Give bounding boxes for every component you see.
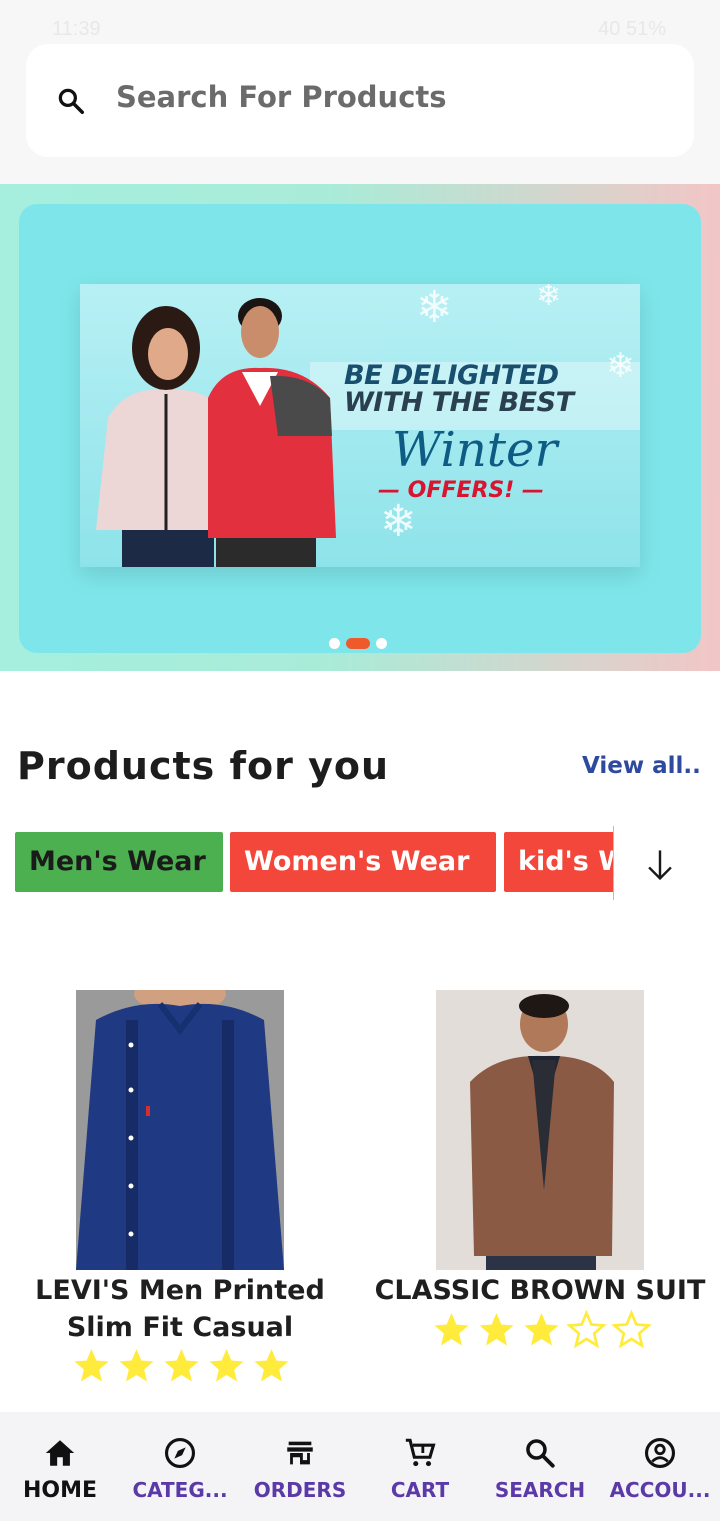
status-system: 40 51% — [598, 18, 666, 40]
product-image[interactable] — [436, 990, 644, 1270]
nav-label-categories: CATEG... — [132, 1478, 228, 1502]
store-icon — [287, 1441, 313, 1465]
product-card[interactable]: CLASSIC BROWN SUIT — [370, 990, 710, 1350]
headline-line-2: WITH THE BEST — [344, 387, 574, 418]
nav-label-home: HOME — [22, 1478, 98, 1503]
product-rating — [71, 1346, 292, 1386]
status-bar: 11:39 40 51% — [0, 0, 720, 44]
home-icon — [45, 1440, 75, 1466]
product-rating — [431, 1310, 652, 1350]
nav-item-account[interactable]: ACCOU... — [600, 1412, 720, 1521]
model-man-image — [208, 298, 336, 567]
nav-item-cart[interactable]: CART — [360, 1412, 480, 1521]
carousel-indicators — [329, 638, 387, 649]
arrow-down-icon[interactable] — [645, 848, 675, 882]
star-filled-icon — [74, 1349, 109, 1382]
star-filled-icon — [209, 1349, 244, 1382]
carousel-dot[interactable] — [329, 638, 340, 649]
star-filled-icon — [254, 1349, 289, 1382]
star-outline-icon — [611, 1310, 652, 1349]
banner-offer-text: — OFFERS! — — [378, 478, 544, 503]
banner-carousel[interactable]: ❄ ❄ ❄ ❄ BE DELIGHTED WITH THE BEST Winte… — [0, 184, 720, 671]
star-outline-icon — [566, 1310, 607, 1349]
nav-label-cart: CART — [390, 1478, 450, 1502]
product-name[interactable]: LEVI'S Men Printed Slim Fit Casual — [10, 1272, 350, 1346]
banner-slide[interactable]: ❄ ❄ ❄ ❄ BE DELIGHTED WITH THE BEST Winte… — [19, 204, 701, 653]
banner-headline: BE DELIGHTED WITH THE BEST — [344, 362, 624, 416]
nav-label-orders: ORDERS — [253, 1478, 347, 1502]
product-image[interactable] — [76, 990, 284, 1270]
banner-script-word: Winter — [392, 422, 558, 478]
headline-line-1: BE DELIGHTED — [344, 360, 559, 391]
bottom-nav: HOME CATEG... ORDERS CART SEARCH ACCOU..… — [0, 1412, 720, 1521]
chip-kids-wear[interactable]: kid's Wear — [504, 832, 613, 892]
product-name[interactable]: CLASSIC BROWN SUIT — [370, 1272, 710, 1309]
product-card[interactable]: LEVI'S Men Printed Slim Fit Casual — [10, 990, 350, 1390]
nav-item-categories[interactable]: CATEG... — [120, 1412, 240, 1521]
nav-item-home[interactable]: HOME — [0, 1412, 120, 1521]
star-filled-icon — [164, 1349, 199, 1382]
section-title: Products for you — [17, 744, 390, 788]
chip-womens-wear[interactable]: Women's Wear — [230, 832, 496, 892]
search-icon — [58, 88, 84, 114]
nav-label-account: ACCOU... — [609, 1478, 711, 1502]
carousel-dot[interactable] — [376, 638, 387, 649]
star-filled-icon — [119, 1349, 154, 1382]
category-chips[interactable]: Men's Wear Women's Wear kid's Wear — [15, 832, 613, 892]
cart-icon — [405, 1438, 436, 1467]
search-bar[interactable]: Search For Products — [26, 44, 694, 157]
status-time: 11:39 — [52, 18, 101, 40]
search-input[interactable]: Search For Products — [116, 80, 447, 114]
star-filled-icon — [524, 1313, 559, 1346]
search-icon — [526, 1439, 555, 1468]
winter-offer-banner: ❄ ❄ ❄ ❄ BE DELIGHTED WITH THE BEST Winte… — [80, 284, 640, 567]
nav-label-search: SEARCH — [494, 1478, 586, 1502]
view-all-link[interactable]: View all.. — [582, 753, 701, 779]
chips-scroll-edge — [613, 826, 614, 900]
star-filled-icon — [434, 1313, 469, 1346]
nav-item-orders[interactable]: ORDERS — [240, 1412, 360, 1521]
account-icon — [644, 1437, 676, 1469]
chip-mens-wear[interactable]: Men's Wear — [15, 832, 223, 892]
compass-icon — [164, 1437, 196, 1469]
carousel-dot-active[interactable] — [346, 638, 370, 649]
nav-item-search[interactable]: SEARCH — [480, 1412, 600, 1521]
star-filled-icon — [479, 1313, 514, 1346]
